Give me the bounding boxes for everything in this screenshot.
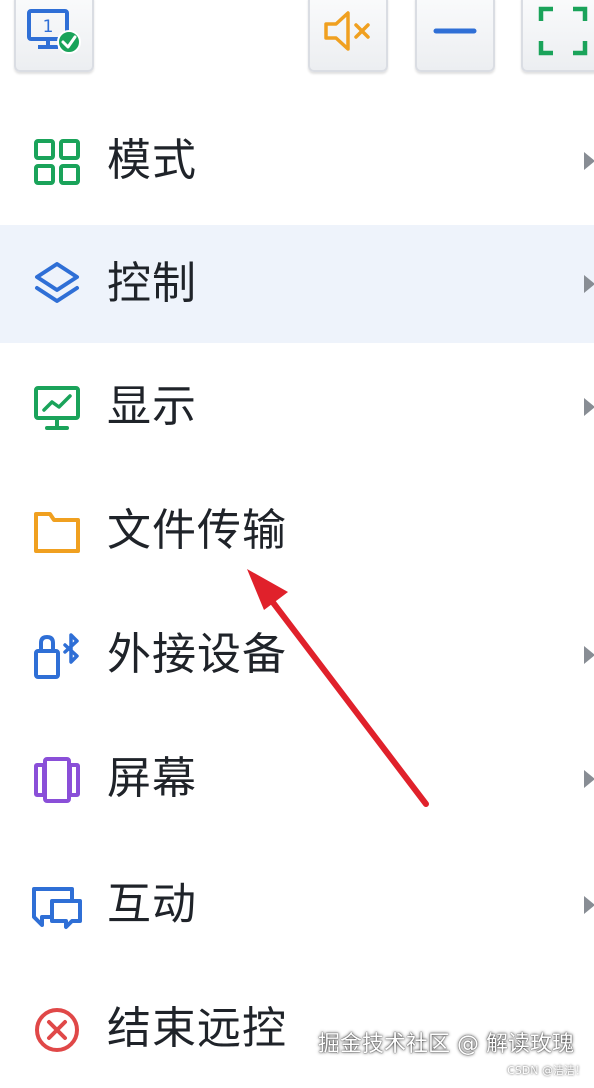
menu-item-label: 互动 (107, 879, 197, 930)
grid-icon (32, 137, 82, 187)
monitor-status-button[interactable]: 1 (14, 0, 94, 72)
screens-icon (32, 755, 82, 805)
menu-item-label: 模式 (107, 135, 197, 186)
menu-item-label: 屏幕 (107, 753, 197, 804)
chat-icon (32, 881, 82, 931)
menu-item-label: 外接设备 (107, 629, 287, 680)
menu-item-interaction[interactable]: 互动 (0, 846, 594, 964)
menu-item-mode[interactable]: 模式 (0, 102, 594, 220)
menu-item-label: 文件传输 (107, 505, 287, 556)
menu-item-label: 结束远控 (107, 1003, 287, 1054)
layers-icon (32, 260, 82, 310)
fullscreen-button[interactable] (521, 0, 594, 72)
menu-item-label: 显示 (107, 381, 197, 432)
submenu-arrow-icon (584, 770, 594, 788)
submenu-arrow-icon (584, 152, 594, 170)
minimize-icon (430, 11, 480, 55)
svg-text:1: 1 (43, 17, 54, 37)
mute-button[interactable] (308, 0, 388, 72)
fullscreen-icon (537, 5, 589, 61)
csdn-watermark: CSDN @洁洁！ (507, 1064, 586, 1077)
menu-item-external-devices[interactable]: 外接设备 (0, 596, 594, 714)
menu-item-file-transfer[interactable]: 文件传输 (0, 472, 594, 590)
menu-item-screen[interactable]: 屏幕 (0, 720, 594, 838)
monitor-1-connected-icon: 1 (26, 6, 82, 60)
menu-item-display[interactable]: 显示 (0, 348, 594, 466)
bluetooth-device-icon (32, 631, 82, 681)
menu-item-control[interactable]: 控制 (0, 225, 594, 343)
menu-item-label: 控制 (107, 258, 197, 309)
close-circle-icon (32, 1005, 82, 1055)
submenu-arrow-icon (584, 646, 594, 664)
submenu-arrow-icon (584, 398, 594, 416)
monitor-chart-icon (32, 383, 82, 433)
watermark: 掘金技术社区 @ 解读玫瑰 (318, 1032, 574, 1057)
minimize-button[interactable] (415, 0, 495, 72)
folder-icon (32, 507, 82, 557)
submenu-arrow-icon (584, 275, 594, 293)
speaker-muted-icon (320, 7, 376, 59)
submenu-arrow-icon (584, 896, 594, 914)
